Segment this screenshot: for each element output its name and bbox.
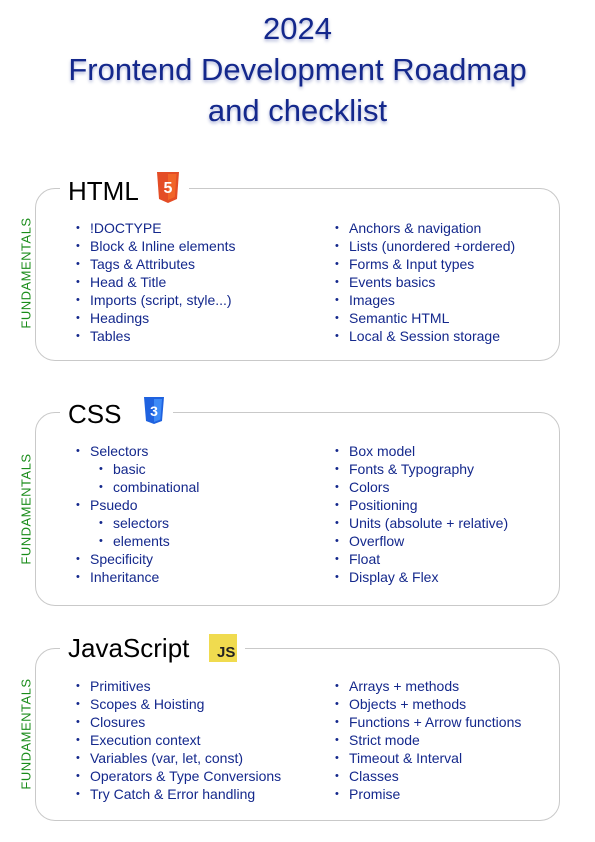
js-header: JavaScript JS — [60, 632, 246, 664]
checklist-item: Primitives — [76, 677, 281, 695]
checklist-item: Events basics — [335, 273, 515, 291]
checklist-item: Head & Title — [76, 273, 236, 291]
css3-icon: 3 — [143, 397, 165, 430]
checklist-item: Units (absolute + relative) — [335, 514, 508, 532]
css-heading: CSS — [68, 398, 122, 429]
checklist-item: Timeout & Interval — [335, 749, 521, 767]
checklist-item: Arrays + methods — [335, 677, 521, 695]
checklist-item: Box model — [335, 442, 508, 460]
checklist-item: Objects + methods — [335, 695, 521, 713]
checklist-item: Lists (unordered +ordered) — [335, 237, 515, 255]
html-fundamentals-label: FUNDAMENTALS — [18, 217, 34, 329]
checklist-item: Overflow — [335, 532, 508, 550]
css-right-column: Box modelFonts & TypographyColorsPositio… — [335, 442, 508, 586]
javascript-icon: JS — [209, 634, 238, 662]
js-heading: JavaScript — [68, 633, 190, 663]
checklist-item: Display & Flex — [335, 568, 508, 586]
checklist-subitem: selectors — [76, 514, 199, 532]
checklist-item: Positioning — [335, 496, 508, 514]
checklist-item: Inheritance — [76, 568, 199, 586]
html-right-column: Anchors & navigationLists (unordered +or… — [335, 219, 515, 345]
html-heading: HTML — [68, 175, 139, 206]
html-right-list: Anchors & navigationLists (unordered +or… — [335, 219, 515, 345]
checklist-item: Strict mode — [335, 731, 521, 749]
checklist-item: Variables (var, let, const) — [76, 749, 281, 767]
checklist-item: Psuedo — [76, 496, 199, 514]
checklist-item: Fonts & Typography — [335, 460, 508, 478]
title-main: Frontend Development Roadmap — [68, 52, 527, 87]
checklist-subitem: elements — [76, 532, 199, 550]
checklist-item: Specificity — [76, 550, 199, 568]
checklist-item: Scopes & Hoisting — [76, 695, 281, 713]
js-badge-text: JS — [217, 644, 236, 661]
js-right-column: Arrays + methodsObjects + methodsFunctio… — [335, 677, 521, 803]
html5-icon-number: 5 — [163, 180, 172, 197]
checklist-item: Try Catch & Error handling — [76, 785, 281, 803]
checklist-item: Execution context — [76, 731, 281, 749]
checklist-item: Float — [335, 550, 508, 568]
js-left-column: PrimitivesScopes & HoistingClosuresExecu… — [76, 677, 281, 803]
checklist-item: Operators & Type Conversions — [76, 767, 281, 785]
css-left-list: SelectorsbasiccombinationalPsuedoselecto… — [76, 442, 199, 586]
js-right-list: Arrays + methodsObjects + methodsFunctio… — [335, 677, 521, 803]
css-fundamentals-label: FUNDAMENTALS — [18, 453, 34, 565]
checklist-item: Block & Inline elements — [76, 237, 236, 255]
title-year: 2024 — [263, 11, 332, 46]
css3-icon-number: 3 — [151, 403, 159, 419]
html-header: HTML 5 — [60, 172, 189, 209]
checklist-item: Forms & Input types — [335, 255, 515, 273]
checklist-subitem: basic — [76, 460, 199, 478]
checklist-item: Images — [335, 291, 515, 309]
checklist-item: Selectors — [76, 442, 199, 460]
page-title: 2024 Frontend Development Roadmap and ch… — [0, 8, 595, 131]
css-left-column: SelectorsbasiccombinationalPsuedoselecto… — [76, 442, 199, 586]
checklist-item: Imports (script, style...) — [76, 291, 236, 309]
checklist-item: Functions + Arrow functions — [335, 713, 521, 731]
checklist-item: Anchors & navigation — [335, 219, 515, 237]
html-left-list: !DOCTYPEBlock & Inline elementsTags & At… — [76, 219, 236, 345]
checklist-item: !DOCTYPE — [76, 219, 236, 237]
checklist-subitem: combinational — [76, 478, 199, 496]
checklist-item: Tags & Attributes — [76, 255, 236, 273]
checklist-item: Semantic HTML — [335, 309, 515, 327]
title-sub: and checklist — [207, 93, 388, 128]
html5-icon: 5 — [155, 172, 181, 209]
checklist-item: Local & Session storage — [335, 327, 515, 345]
checklist-item: Headings — [76, 309, 236, 327]
css-header: CSS 3 — [60, 397, 174, 430]
js-left-list: PrimitivesScopes & HoistingClosuresExecu… — [76, 677, 281, 803]
checklist-item: Classes — [335, 767, 521, 785]
html-left-column: !DOCTYPEBlock & Inline elementsTags & At… — [76, 219, 236, 345]
checklist-item: Colors — [335, 478, 508, 496]
css-right-list: Box modelFonts & TypographyColorsPositio… — [335, 442, 508, 586]
js-fundamentals-label: FUNDAMENTALS — [18, 678, 34, 790]
checklist-item: Closures — [76, 713, 281, 731]
checklist-item: Promise — [335, 785, 521, 803]
checklist-item: Tables — [76, 327, 236, 345]
